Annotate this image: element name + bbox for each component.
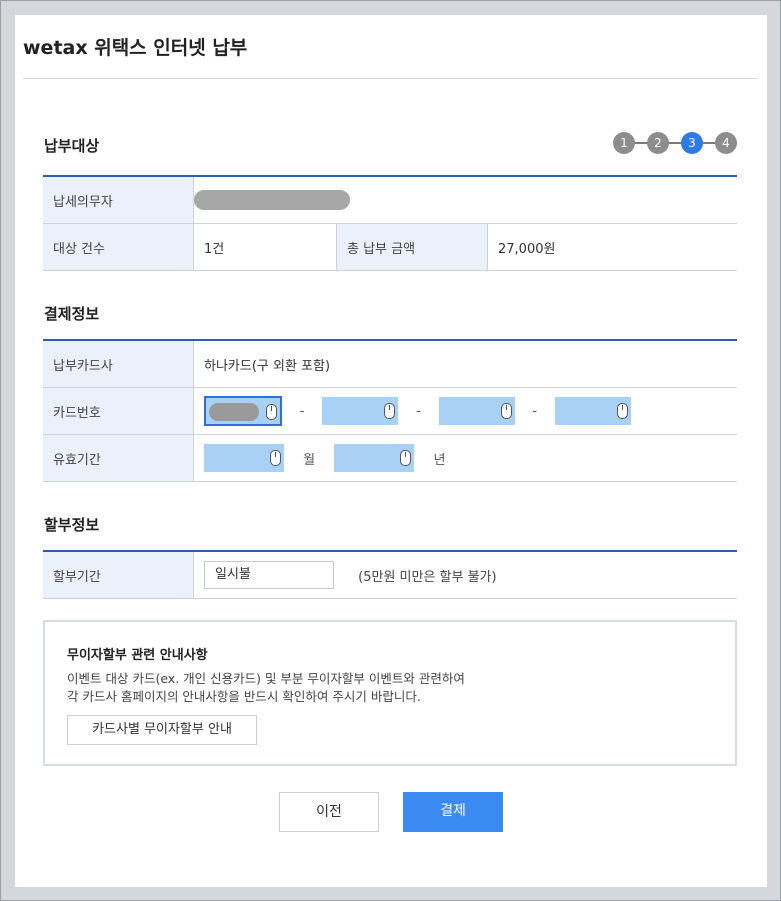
- mouse-icon: [500, 403, 512, 419]
- separator: -: [299, 403, 305, 419]
- mouse-icon: [400, 450, 412, 466]
- section-title-payment: 결제정보: [44, 305, 100, 323]
- notice-line-1: 이벤트 대상 카드(ex. 개인 신용카드) 및 부분 무이자할부 이벤트와 관…: [67, 671, 465, 686]
- step-line: [623, 142, 727, 144]
- redacted-name: [194, 190, 350, 210]
- separator: -: [416, 403, 421, 419]
- installment-select[interactable]: 일시불: [204, 561, 334, 589]
- card-company-label: 납부카드사: [43, 339, 194, 388]
- installment-guide-button[interactable]: 카드사별 무이자할부 안내: [67, 715, 257, 745]
- dialog-window: wetax 위택스 인터넷 납부 납부대상 1 2 3 4 납세의무자 대상 건…: [0, 0, 781, 901]
- taxpayer-value: [193, 175, 737, 224]
- card-company-value: 하나카드(구 외환 포함): [193, 339, 737, 388]
- count-value: 1건: [193, 223, 337, 271]
- card-number-label: 카드번호: [43, 387, 194, 435]
- notice-title: 무이자할부 관련 안내사항: [67, 648, 208, 663]
- step-3: 3: [681, 132, 703, 154]
- card-number-input-4[interactable]: [554, 397, 631, 425]
- year-unit: 년: [433, 452, 446, 468]
- card-number-input-2[interactable]: [322, 397, 399, 425]
- step-4: 4: [715, 132, 737, 154]
- step-1: 1: [613, 132, 635, 154]
- installment-table: 할부기간 일시불 (5만원 미만은 할부 불가): [43, 550, 737, 599]
- installment-fields: 일시불 (5만원 미만은 할부 불가): [193, 550, 737, 599]
- separator: -: [532, 403, 538, 419]
- step-2: 2: [647, 132, 669, 154]
- card-number-input-1[interactable]: [204, 396, 282, 426]
- expiry-label: 유효기간: [43, 434, 194, 482]
- taxpayer-label: 납세의무자: [43, 175, 194, 224]
- count-label: 대상 건수: [43, 223, 194, 271]
- expiry-month-input[interactable]: [204, 444, 284, 472]
- month-unit: 월: [303, 452, 316, 468]
- notice-line-2: 각 카드사 홈페이지의 안내사항을 반드시 확인하여 주시기 바랍니다.: [67, 689, 421, 704]
- card-number-fields: - - -: [193, 387, 737, 435]
- mouse-icon: [384, 403, 396, 419]
- table-row: 대상 건수 1건 총 납부 금액 27,000원: [43, 223, 737, 271]
- title-divider: [23, 78, 757, 79]
- installment-label: 할부기간: [43, 550, 194, 599]
- total-label: 총 납부 금액: [336, 223, 488, 271]
- payment-table: 납부카드사 하나카드(구 외환 포함) 카드번호 - - - 유효기간 월 년: [43, 339, 737, 482]
- mouse-icon: [270, 450, 281, 466]
- installment-note: (5만원 미만은 할부 불가): [358, 569, 497, 585]
- mouse-icon: [266, 404, 277, 420]
- card-number-input-3[interactable]: [438, 397, 515, 425]
- expiry-year-input[interactable]: [334, 444, 415, 472]
- table-row: 납부카드사 하나카드(구 외환 포함): [43, 339, 737, 388]
- step-indicator: 1 2 3 4: [613, 132, 737, 154]
- window-title: wetax 위택스 인터넷 납부: [23, 37, 248, 59]
- dialog-panel: wetax 위택스 인터넷 납부 납부대상 1 2 3 4 납세의무자 대상 건…: [15, 15, 767, 887]
- section-title-target: 납부대상: [44, 137, 100, 155]
- notice-box: 무이자할부 관련 안내사항 이벤트 대상 카드(ex. 개인 신용카드) 및 부…: [43, 620, 737, 766]
- table-row: 유효기간 월 년: [43, 434, 737, 482]
- mouse-icon: [616, 403, 628, 419]
- prev-button[interactable]: 이전: [279, 792, 379, 832]
- target-table: 납세의무자 대상 건수 1건 총 납부 금액 27,000원: [43, 175, 737, 271]
- table-row: 카드번호 - - -: [43, 387, 737, 435]
- table-row: 납세의무자: [43, 175, 737, 224]
- total-value: 27,000원: [487, 223, 737, 271]
- pay-button[interactable]: 결제: [403, 792, 503, 832]
- expiry-fields: 월 년: [193, 434, 737, 482]
- redacted-digits: [209, 403, 259, 421]
- table-row: 할부기간 일시불 (5만원 미만은 할부 불가): [43, 550, 737, 599]
- section-title-installment: 할부정보: [44, 516, 100, 534]
